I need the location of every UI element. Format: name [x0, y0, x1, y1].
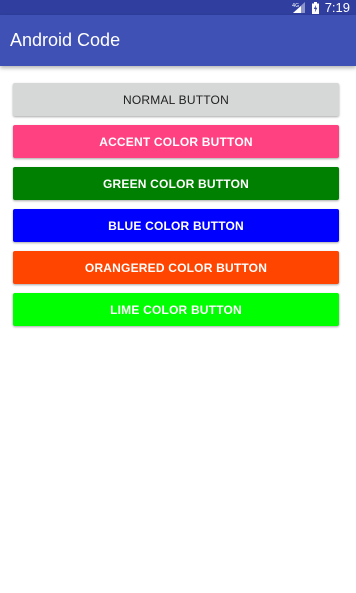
- blue-color-button[interactable]: BLUE COLOR BUTTON: [13, 209, 339, 242]
- accent-color-button[interactable]: ACCENT COLOR BUTTON: [13, 125, 339, 158]
- svg-text:4G: 4G: [292, 3, 299, 9]
- lime-color-button[interactable]: LIME COLOR BUTTON: [13, 293, 339, 326]
- status-icons: 4G 7:19: [292, 0, 350, 15]
- status-time: 7:19: [324, 0, 350, 15]
- app-title: Android Code: [10, 30, 121, 50]
- status-bar: 4G 7:19: [0, 0, 356, 15]
- green-color-button[interactable]: GREEN COLOR BUTTON: [13, 167, 339, 200]
- battery-charging-icon: [311, 1, 319, 14]
- app-bar: Android Code: [0, 15, 356, 66]
- normal-button[interactable]: NORMAL BUTTON: [13, 83, 339, 116]
- orangered-color-button[interactable]: ORANGERED COLOR BUTTON: [13, 251, 339, 284]
- button-list: NORMAL BUTTON ACCENT COLOR BUTTON GREEN …: [13, 83, 339, 335]
- signal-icon: 4G: [292, 2, 306, 13]
